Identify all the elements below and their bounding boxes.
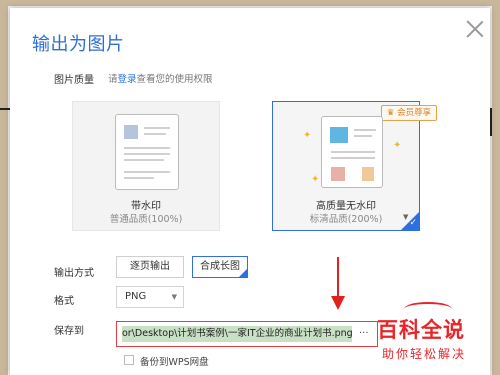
check-icon: ✓ <box>409 218 417 228</box>
quality-note-prefix: 请 <box>108 74 118 85</box>
format-select[interactable]: PNG ▼ <box>116 286 184 308</box>
member-badge: ♛ 会员尊享 <box>381 105 437 121</box>
output-mode-label: 输出方式 <box>54 268 94 279</box>
crown-icon: ♛ <box>386 108 395 118</box>
quality-label: 图片质量 <box>54 75 94 86</box>
watermark-sub: 助你轻松解决 <box>382 347 467 361</box>
save-path-field[interactable]: or\Desktop\计划书案例\一家IT企业的商业计划书.png ... <box>116 321 378 347</box>
output-merge-long-button[interactable]: 合成长图 <box>192 256 248 278</box>
quality-card-hd[interactable]: ♛ 会员尊享 ✦ ✦ ✦ 高质量无水印 标清品质(200%) ▼ ✓ <box>272 101 437 231</box>
watermark-main: 百科全说 <box>377 318 465 342</box>
document-preview-icon <box>115 114 179 190</box>
login-link[interactable]: 登录 <box>118 74 137 85</box>
format-label: 格式 <box>54 296 74 307</box>
close-icon[interactable] <box>464 18 486 40</box>
browse-button[interactable]: ... <box>359 325 369 336</box>
card-subtitle: 普通品质(100%) <box>109 214 183 225</box>
output-per-page-button[interactable]: 逐页输出 <box>116 256 184 278</box>
backup-label: 备份到WPS网盘 <box>140 357 209 368</box>
backup-checkbox[interactable] <box>124 355 134 365</box>
document-preview-icon <box>321 116 383 188</box>
sparkle-icon: ✦ <box>303 130 312 141</box>
quality-note-suffix: 查看您的使用权限 <box>136 74 213 85</box>
selected-corner <box>238 268 248 278</box>
chevron-down-icon: ▼ <box>171 293 177 301</box>
annotation-arrow-head <box>331 296 345 310</box>
sparkle-icon: ✦ <box>311 174 320 185</box>
output-merge-long-label: 合成长图 <box>200 261 240 272</box>
save-path-value[interactable]: or\Desktop\计划书案例\一家IT企业的商业计划书.png <box>122 326 352 342</box>
quality-note: 请登录查看您的使用权限 <box>108 71 213 85</box>
format-value: PNG <box>125 291 147 302</box>
card-subtitle: 标清品质(200%) <box>309 214 383 225</box>
dialog-title: 输出为图片 <box>32 34 125 55</box>
badge-label: 会员尊享 <box>397 108 432 118</box>
sparkle-icon: ✦ <box>393 140 402 151</box>
card-title: 带水印 <box>131 201 161 212</box>
quality-card-watermark[interactable]: 带水印 普通品质(100%) <box>72 101 220 231</box>
save-to-label: 保存到 <box>54 326 84 337</box>
card-title: 高质量无水印 <box>316 201 376 212</box>
